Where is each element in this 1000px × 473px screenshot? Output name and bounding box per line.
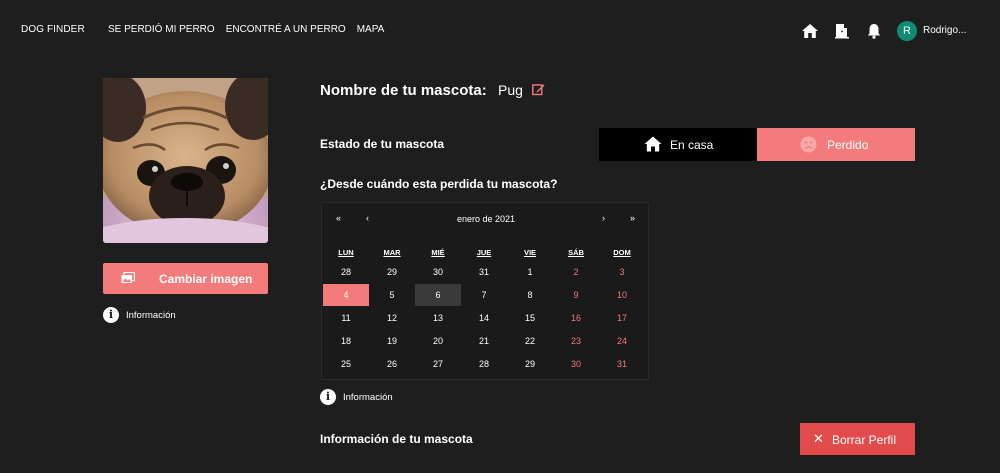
door-exit-icon[interactable]: [833, 22, 851, 40]
calendar-day[interactable]: 24: [599, 330, 645, 352]
calendar-day[interactable]: 6: [415, 284, 461, 306]
close-icon: ✕: [813, 431, 824, 446]
brand-logo[interactable]: DOG FINDER: [21, 24, 85, 35]
user-name[interactable]: Rodrigo...: [923, 25, 966, 36]
calendar-day[interactable]: 19: [369, 330, 415, 352]
calendar-day[interactable]: 2: [553, 261, 599, 283]
status-lost-label: Perdido: [827, 138, 869, 152]
change-image-label: Cambiar imagen: [159, 272, 253, 286]
calendar-day[interactable]: 1: [507, 261, 553, 283]
calendar-day[interactable]: 27: [415, 353, 461, 375]
bell-icon[interactable]: [865, 22, 883, 40]
home-icon[interactable]: [801, 22, 819, 40]
nav-link-found-dog[interactable]: ENCONTRÉ A UN PERRO: [226, 24, 346, 35]
delete-profile-button[interactable]: ✕ Borrar Perfil: [800, 423, 915, 455]
calendar-day[interactable]: 25: [323, 353, 369, 375]
weekday-4: VIE: [523, 248, 537, 257]
status-toggle-home[interactable]: En casa: [599, 128, 757, 161]
weekday-1: MAR: [383, 248, 401, 257]
calendar-day[interactable]: 29: [507, 353, 553, 375]
home-icon: [644, 136, 662, 152]
next-year-button[interactable]: »: [630, 213, 635, 223]
delete-profile-label: Borrar Perfil: [832, 433, 897, 447]
info-icon: i: [320, 389, 336, 405]
calendar-day[interactable]: 16: [553, 307, 599, 329]
info-link-right[interactable]: i Información: [320, 389, 393, 405]
next-month-button[interactable]: ›: [602, 213, 605, 223]
calendar-day[interactable]: 14: [461, 307, 507, 329]
images-icon: [121, 272, 135, 283]
sad-face-icon: [800, 136, 817, 153]
date-picker-calendar: « ‹ enero de 2021 › » LUN MAR MIÉ JUE VIE SÁB…: [321, 202, 649, 380]
pet-info-title: Información de tu mascota: [320, 432, 473, 446]
calendar-day[interactable]: 17: [599, 307, 645, 329]
weekday-2: MIÉ: [431, 248, 445, 257]
calendar-day[interactable]: 11: [323, 307, 369, 329]
calendar-day[interactable]: 5: [369, 284, 415, 306]
edit-icon[interactable]: [532, 83, 545, 96]
nav-link-map[interactable]: MAPA: [357, 24, 385, 35]
calendar-day[interactable]: 20: [415, 330, 461, 352]
calendar-day[interactable]: 28: [461, 353, 507, 375]
calendar-day[interactable]: 7: [461, 284, 507, 306]
calendar-day[interactable]: 13: [415, 307, 461, 329]
info-label: Información: [126, 309, 176, 321]
calendar-day[interactable]: 12: [369, 307, 415, 329]
calendar-day[interactable]: 30: [553, 353, 599, 375]
calendar-day[interactable]: 22: [507, 330, 553, 352]
lost-since-label: ¿Desde cuándo esta perdida tu mascota?: [320, 177, 558, 191]
calendar-day[interactable]: 28: [323, 261, 369, 283]
calendar-month-title[interactable]: enero de 2021: [322, 214, 650, 224]
info-icon: i: [103, 307, 119, 323]
calendar-day[interactable]: 3: [599, 261, 645, 283]
nav-link-lost-dog[interactable]: SE PERDIÓ MI PERRO: [108, 24, 215, 35]
calendar-day[interactable]: 8: [507, 284, 553, 306]
calendar-day[interactable]: 15: [507, 307, 553, 329]
pet-name-value: Pug: [498, 82, 523, 98]
pet-photo: [103, 78, 268, 243]
top-navbar: DOG FINDER SE PERDIÓ MI PERRO ENCONTRÉ A…: [0, 0, 1000, 60]
calendar-day[interactable]: 4: [323, 284, 369, 306]
calendar-day[interactable]: 26: [369, 353, 415, 375]
calendar-day[interactable]: 23: [553, 330, 599, 352]
change-image-button[interactable]: Cambiar imagen: [103, 263, 268, 294]
status-label: Estado de tu mascota: [320, 137, 445, 151]
user-avatar[interactable]: R: [897, 21, 917, 41]
calendar-day[interactable]: 9: [553, 284, 599, 306]
pet-name-label: Nombre de tu mascota:: [320, 82, 487, 99]
calendar-day[interactable]: 10: [599, 284, 645, 306]
weekday-0: LUN: [338, 248, 354, 257]
weekday-3: JUE: [476, 248, 492, 257]
calendar-day[interactable]: 29: [369, 261, 415, 283]
status-toggle-lost[interactable]: Perdido: [757, 128, 915, 161]
calendar-day[interactable]: 18: [323, 330, 369, 352]
weekday-5: SÁB: [568, 248, 584, 257]
calendar-day[interactable]: 31: [599, 353, 645, 375]
calendar-day[interactable]: 21: [461, 330, 507, 352]
weekday-6: DOM: [613, 248, 631, 257]
info-link-left[interactable]: i Información: [103, 307, 176, 323]
calendar-day[interactable]: 31: [461, 261, 507, 283]
nav-links: SE PERDIÓ MI PERRO ENCONTRÉ A UN PERRO M…: [108, 24, 395, 35]
info-label: Información: [343, 391, 393, 403]
status-home-label: En casa: [670, 138, 714, 152]
calendar-day[interactable]: 30: [415, 261, 461, 283]
